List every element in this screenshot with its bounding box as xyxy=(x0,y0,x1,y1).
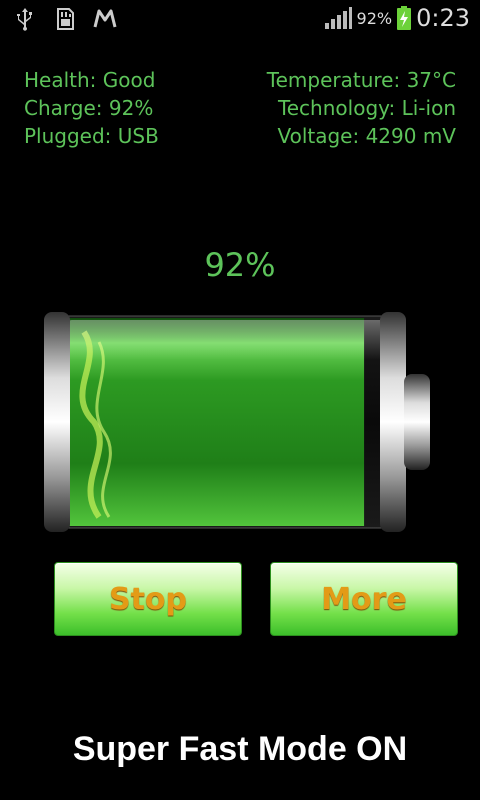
system-status: 92% 0:23 xyxy=(323,4,470,32)
usb-icon xyxy=(17,8,32,31)
sd-card-icon xyxy=(57,8,74,30)
health-text: Health: Good xyxy=(24,68,156,92)
gmail-icon xyxy=(93,9,117,28)
voltage-text: Voltage: 4290 mV xyxy=(277,124,456,148)
signal-icon xyxy=(324,7,352,29)
clock: 0:23 xyxy=(416,4,470,32)
more-button-label: More xyxy=(321,581,407,617)
technology-text: Technology: Li-ion xyxy=(277,96,456,120)
notification-icons xyxy=(12,6,118,32)
battery-graphic xyxy=(44,312,430,532)
temperature-text: Temperature: 37°C xyxy=(266,68,456,92)
stop-button[interactable]: Stop xyxy=(54,562,242,636)
charge-text: Charge: 92% xyxy=(24,96,154,120)
mode-status-text: Super Fast Mode ON xyxy=(72,730,408,768)
battery-info-left: Health: Good Charge: 92% Plugged: USB xyxy=(24,66,159,150)
more-button[interactable]: More xyxy=(270,562,458,636)
battery-percent-status: 92% xyxy=(356,8,393,28)
battery-info-right: Temperature: 37°C Technology: Li-ion Vol… xyxy=(267,66,456,150)
battery-charging-icon xyxy=(397,6,412,30)
plugged-text: Plugged: USB xyxy=(24,124,159,148)
status-bar: 92% 0:23 xyxy=(0,0,480,38)
stop-button-label: Stop xyxy=(108,581,188,617)
battery-percent-label: 92% xyxy=(204,246,276,284)
